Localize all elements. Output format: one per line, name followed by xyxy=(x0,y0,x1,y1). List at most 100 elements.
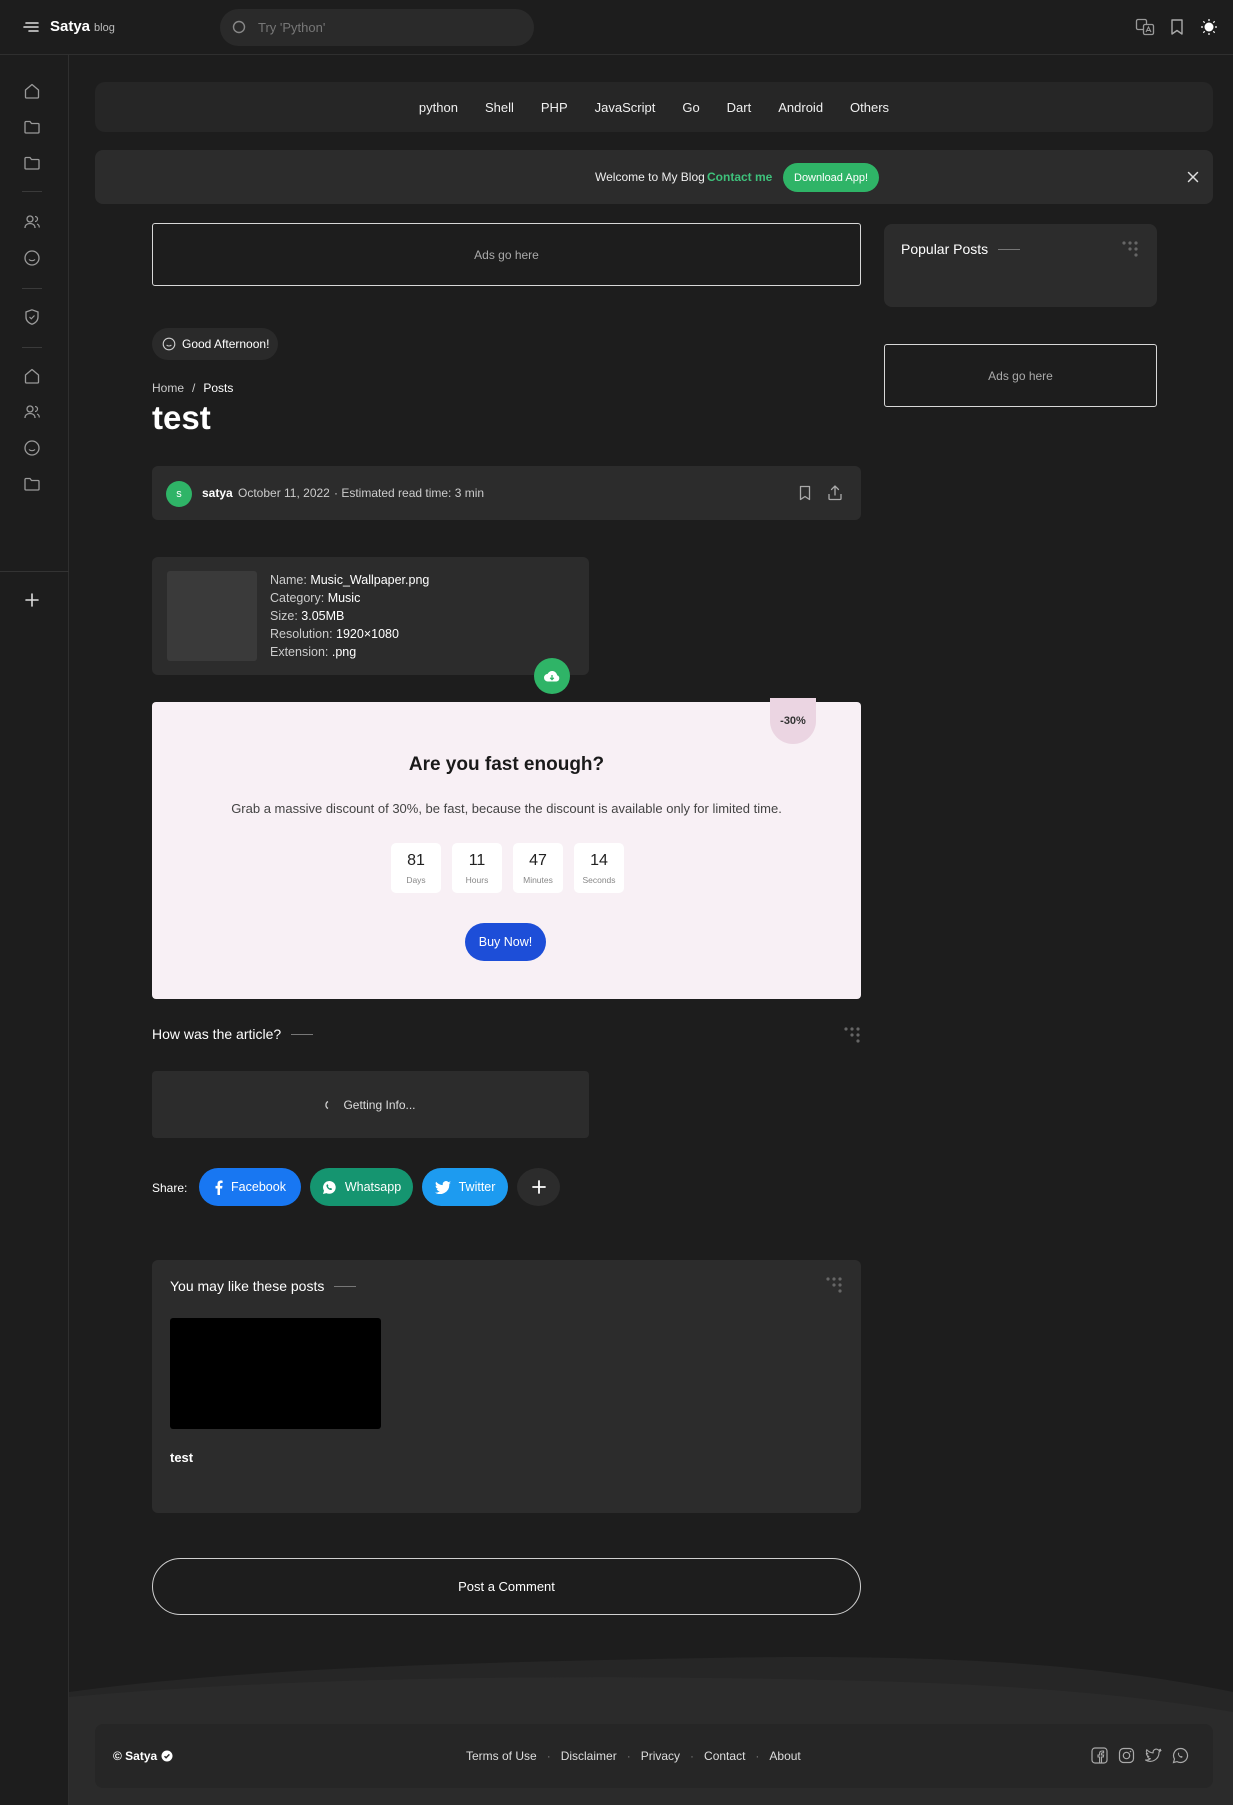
avatar[interactable]: s xyxy=(166,481,192,507)
sidebar-divider xyxy=(22,347,42,348)
translate-icon[interactable] xyxy=(1135,17,1155,37)
loading-spinner-icon xyxy=(325,1100,335,1110)
nav-item-others[interactable]: Others xyxy=(850,100,889,115)
related-post-thumbnail[interactable] xyxy=(170,1318,381,1429)
copyright-text: © Satya xyxy=(113,1749,158,1763)
footer-link-about[interactable]: About xyxy=(769,1749,800,1763)
contact-link[interactable]: Contact me xyxy=(707,170,772,184)
breadcrumb: Home / Posts xyxy=(152,381,233,395)
feedback-status: Getting Info... xyxy=(343,1097,416,1112)
footer: © Satya Terms of Use · Disclaimer · Privac… xyxy=(95,1724,1213,1788)
plus-icon xyxy=(531,1180,546,1194)
shield-icon[interactable] xyxy=(23,308,41,326)
sidebar xyxy=(0,55,69,1805)
file-size-row: Size: 3.05MB xyxy=(270,607,429,625)
footer-link-privacy[interactable]: Privacy xyxy=(641,1749,680,1763)
close-icon[interactable] xyxy=(1185,169,1201,185)
related-post-title[interactable]: test xyxy=(170,1450,193,1465)
instagram-icon[interactable] xyxy=(1118,1747,1135,1764)
footer-social xyxy=(1091,1747,1189,1764)
file-extension-label: Extension: xyxy=(270,645,329,659)
author-name[interactable]: satya xyxy=(202,486,233,500)
search-box[interactable] xyxy=(220,9,534,46)
bookmark-icon[interactable] xyxy=(796,484,814,502)
nav-item-android[interactable]: Android xyxy=(778,100,823,115)
menu-icon[interactable] xyxy=(22,19,40,35)
title-underline xyxy=(998,248,1021,250)
countdown-label: Days xyxy=(406,874,426,885)
nav-item-shell[interactable]: Shell xyxy=(485,100,514,115)
countdown-label: Hours xyxy=(465,874,489,885)
file-resolution-label: Resolution: xyxy=(270,627,333,641)
folder-icon[interactable] xyxy=(23,118,41,136)
file-info-card: Name: Music_Wallpaper.png Category: Musi… xyxy=(152,557,589,694)
nav-item-go[interactable]: Go xyxy=(682,100,699,115)
read-time: · Estimated read time: 3 min xyxy=(334,486,485,500)
cloud-download-button[interactable] xyxy=(534,658,570,694)
whatsapp-icon[interactable] xyxy=(1172,1747,1189,1764)
buy-now-button[interactable]: Buy Now! xyxy=(465,923,546,961)
share-facebook-button[interactable]: Facebook xyxy=(199,1168,301,1206)
breadcrumb-home[interactable]: Home xyxy=(152,381,184,395)
smile-icon[interactable] xyxy=(23,439,41,457)
welcome-notice: Welcome to My Blog Contact me Download A… xyxy=(95,150,1213,204)
folder-icon[interactable] xyxy=(23,475,41,493)
users-icon[interactable] xyxy=(23,403,41,421)
file-name-label: Name: xyxy=(270,573,307,587)
share-icon[interactable] xyxy=(826,484,844,502)
share-twitter-button[interactable]: Twitter xyxy=(422,1168,508,1206)
link-separator: · xyxy=(626,1749,631,1763)
category-nav: python Shell PHP JavaScript Go Dart Andr… xyxy=(95,82,1213,132)
home-icon[interactable] xyxy=(23,82,41,100)
smile-icon[interactable] xyxy=(23,249,41,267)
share-whatsapp-button[interactable]: Whatsapp xyxy=(310,1168,413,1206)
popular-posts-title: Popular Posts xyxy=(901,241,1021,257)
link-separator: · xyxy=(546,1749,551,1763)
countdown-value: 11 xyxy=(468,851,486,869)
smile-icon xyxy=(162,337,176,351)
header-actions xyxy=(1135,17,1219,37)
share-more-button[interactable] xyxy=(517,1168,560,1206)
file-details: Name: Music_Wallpaper.png Category: Musi… xyxy=(270,571,429,661)
page-title: test xyxy=(152,399,211,436)
dots-grid-icon xyxy=(843,1026,861,1044)
breadcrumb-posts[interactable]: Posts xyxy=(203,381,233,395)
top-bar: Satya blog xyxy=(0,0,1233,55)
file-size-label: Size: xyxy=(270,609,298,623)
home-icon[interactable] xyxy=(23,367,41,385)
search-icon xyxy=(232,20,247,35)
ad-slot-sidebar: Ads go here xyxy=(884,344,1157,407)
post-comment-button[interactable]: Post a Comment xyxy=(152,1558,861,1615)
footer-link-disclaimer[interactable]: Disclaimer xyxy=(561,1749,617,1763)
countdown-minutes: 47 Minutes xyxy=(513,843,563,893)
theme-toggle-icon[interactable] xyxy=(1199,17,1219,37)
file-size: 3.05MB xyxy=(301,609,345,623)
brand-name[interactable]: Satya xyxy=(50,18,90,35)
title-underline xyxy=(334,1285,357,1287)
nav-item-php[interactable]: PHP xyxy=(541,100,568,115)
footer-link-contact[interactable]: Contact xyxy=(704,1749,745,1763)
popular-posts-title-text: Popular Posts xyxy=(901,241,989,257)
nav-item-python[interactable]: python xyxy=(419,100,458,115)
greeting-text: Good Afternoon! xyxy=(182,337,270,351)
feedback-title-text: How was the article? xyxy=(152,1026,282,1042)
twitter-icon[interactable] xyxy=(1145,1747,1162,1764)
search-input[interactable] xyxy=(258,9,518,46)
notice-message: Welcome to My Blog xyxy=(595,170,705,184)
share-facebook-label: Facebook xyxy=(231,1180,286,1194)
nav-item-dart[interactable]: Dart xyxy=(727,100,752,115)
plus-icon[interactable] xyxy=(23,591,41,609)
related-posts-title-text: You may like these posts xyxy=(170,1278,325,1294)
link-separator: · xyxy=(755,1749,760,1763)
users-icon[interactable] xyxy=(23,213,41,231)
folder-icon[interactable] xyxy=(23,154,41,172)
dots-grid-icon xyxy=(825,1276,843,1294)
bookmark-icon[interactable] xyxy=(1167,17,1187,37)
download-app-button[interactable]: Download App! xyxy=(783,163,879,192)
nav-item-javascript[interactable]: JavaScript xyxy=(595,100,656,115)
facebook-icon[interactable] xyxy=(1091,1747,1108,1764)
footer-link-terms[interactable]: Terms of Use xyxy=(466,1749,537,1763)
title-underline xyxy=(291,1033,314,1035)
sidebar-divider xyxy=(22,288,42,289)
brand[interactable]: Satya blog xyxy=(50,18,115,35)
